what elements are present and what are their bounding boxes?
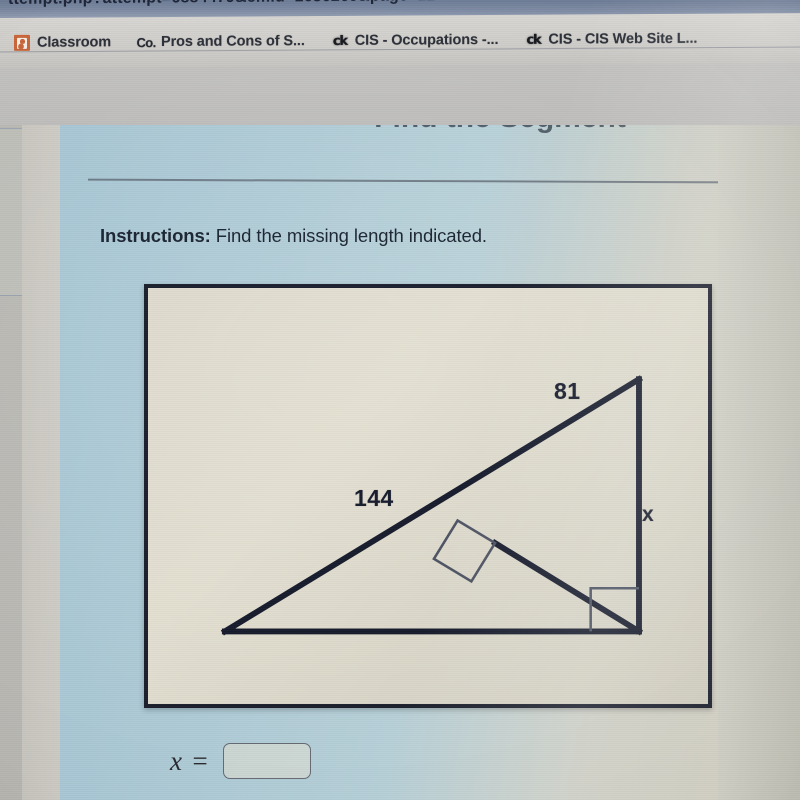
label-81: 81 (554, 378, 581, 404)
page-title: Find the Segment (300, 125, 700, 135)
url-text: ttempt.php?attempt=6884479&cmid=1686269&… (8, 0, 436, 9)
answer-row: x = (170, 743, 311, 779)
instructions-text: Find the missing length indicated. (210, 225, 487, 246)
bookmark-classroom[interactable]: Classroom (14, 34, 111, 51)
bookmark-label: CIS - CIS Web Site L... (548, 30, 698, 48)
page-viewport: Find the Segment Instructions: Find the … (0, 125, 800, 800)
title-horizontal-rule (88, 178, 736, 184)
page-right-margin (718, 125, 800, 800)
bookmark-label: CIS - Occupations -... (354, 31, 499, 49)
label-x: x (642, 503, 655, 526)
bookmark-label: Classroom (37, 34, 112, 51)
bookmark-pros-and-cons[interactable]: Co. Pros and Cons of S... (136, 33, 305, 51)
quiz-content-sheet: Find the Segment Instructions: Find the … (60, 125, 740, 800)
classroom-favicon-icon (14, 34, 30, 51)
bookmark-cis-web-site[interactable]: ck CIS - CIS Web Site L... (525, 31, 697, 48)
bookmark-label: Pros and Cons of S... (161, 33, 305, 51)
figure-box: 144 81 x (144, 284, 712, 708)
bookmark-cis-occupations[interactable]: ck CIS - Occupations -... (332, 32, 499, 49)
answer-input[interactable] (222, 743, 311, 779)
bookmarks-bar: Classroom Co. Pros and Cons of S... ck C… (0, 13, 800, 68)
bookmarks-row: Classroom Co. Pros and Cons of S... ck C… (0, 21, 800, 60)
right-angle-mark-altitude-icon (432, 518, 497, 584)
ck-favicon-icon: ck (332, 33, 347, 49)
screenshot-root: ttempt.php?attempt=6884479&cmid=1686269&… (0, 0, 800, 800)
ck-favicon-icon: ck (526, 32, 541, 48)
answer-variable-label: x = (170, 745, 210, 776)
triangle-diagram-svg (220, 375, 644, 636)
instructions-line: Instructions: Find the missing length in… (100, 225, 487, 247)
label-144: 144 (354, 485, 394, 511)
co-favicon-icon: Co. (136, 34, 156, 50)
instructions-label: Instructions: (100, 225, 211, 246)
page-gutter (22, 125, 60, 800)
